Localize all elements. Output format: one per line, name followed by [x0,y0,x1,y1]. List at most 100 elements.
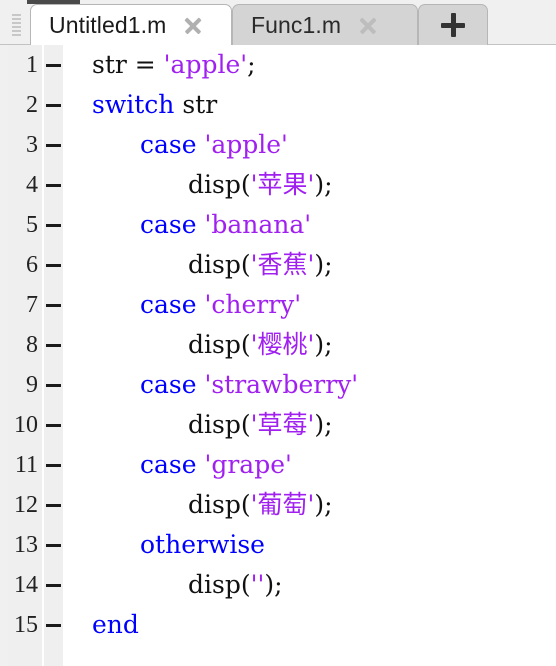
breakpoint-marker[interactable] [46,224,61,227]
code-line[interactable]: 7 case 'cherry' [0,285,556,325]
breakpoint-marker[interactable] [46,344,61,347]
code-keyword: case [140,290,197,319]
code-string: 'cherry' [204,290,302,319]
breakpoint-marker[interactable] [46,504,61,507]
code-string: '苹果' [250,170,315,199]
code-text: disp('葡萄'); [188,485,333,525]
tab-label: Func1.m [251,11,342,38]
code-text: case 'strawberry' [140,365,358,405]
code-line[interactable]: 14 disp(''); [0,565,556,605]
code-line[interactable]: 4 disp('苹果'); [0,165,556,205]
code-string: 'apple' [204,130,288,159]
code-keyword: switch [92,90,175,119]
breakpoint-marker[interactable] [46,184,61,187]
line-number: 11 [14,452,38,478]
code-text: disp('苹果'); [188,165,333,205]
code-string: 'strawberry' [204,370,359,399]
code-plain: disp( [188,410,251,439]
close-icon[interactable] [180,12,206,38]
breakpoint-marker[interactable] [46,64,61,67]
breakpoint-marker[interactable] [46,264,61,267]
code-line[interactable]: 12 disp('葡萄'); [0,485,556,525]
code-string: 'apple' [163,50,248,79]
code-text: case 'cherry' [140,285,301,325]
code-keyword: case [140,450,197,479]
code-string: '草莓' [250,410,315,439]
code-keyword: case [140,370,197,399]
code-line[interactable]: 6 disp('香蕉'); [0,245,556,285]
line-number: 4 [26,172,38,198]
code-text: case 'apple' [140,125,288,165]
code-editor-area[interactable]: 1 str = 'apple'; 2 switch str 3 case 'apple' 4… [0,45,556,666]
breakpoint-marker[interactable] [46,144,61,147]
new-tab-button[interactable] [418,4,488,45]
code-plain: disp( [188,490,251,519]
code-plain: disp( [188,330,251,359]
code-plain: ; [247,50,256,79]
code-text: otherwise [140,525,265,565]
code-line[interactable]: 15 end [0,605,556,645]
code-line[interactable]: 10 disp('草莓'); [0,405,556,445]
code-string: '葡萄' [250,490,315,519]
tab-untitled1-m[interactable]: Untitled1.m [30,4,232,45]
breakpoint-marker[interactable] [46,624,61,627]
code-line[interactable]: 1 str = 'apple'; [0,45,556,85]
panel-drag-grip-icon[interactable] [12,14,21,36]
code-line[interactable]: 3 case 'apple' [0,125,556,165]
code-plain: ); [314,410,333,439]
code-text: case 'banana' [140,205,311,245]
breakpoint-marker[interactable] [46,464,61,467]
code-line[interactable]: 9 case 'strawberry' [0,365,556,405]
line-number: 2 [26,92,38,118]
code-plain: disp( [188,250,251,279]
code-line[interactable]: 11 case 'grape' [0,445,556,485]
code-text: end [92,605,139,645]
breakpoint-marker[interactable] [46,544,61,547]
line-number: 3 [26,132,38,158]
code-text: disp('香蕉'); [188,245,333,285]
code-text: disp(''); [188,565,283,605]
code-plain: ); [314,490,333,519]
breakpoint-marker[interactable] [46,584,61,587]
code-plain: disp( [188,170,251,199]
code-plain: ); [314,250,333,279]
code-line[interactable]: 2 switch str [0,85,556,125]
tab-func1-m[interactable]: Func1.m [232,4,418,45]
matlab-editor-window: Untitled1.m Func1.m 1 str = 'apple'; 2 swit… [0,0,556,666]
code-keyword: end [92,610,139,639]
code-text: str = 'apple'; [92,45,256,85]
line-number: 6 [26,252,38,278]
line-number: 13 [14,532,38,558]
code-plain: ); [264,570,283,599]
code-string: '香蕉' [250,250,315,279]
code-plain: disp( [188,570,251,599]
line-number: 8 [26,332,38,358]
line-number: 14 [14,572,38,598]
line-number: 15 [14,612,38,638]
code-keyword: case [140,210,197,239]
code-string: 'banana' [204,210,312,239]
code-text: disp('樱桃'); [188,325,333,365]
editor-tab-bar: Untitled1.m Func1.m [0,0,556,45]
tab-label: Untitled1.m [49,11,167,38]
code-plain: str = [92,50,164,79]
line-number: 12 [14,492,38,518]
code-text: case 'grape' [140,445,292,485]
code-lines[interactable]: 1 str = 'apple'; 2 switch str 3 case 'apple' 4… [0,45,556,666]
line-number: 1 [26,52,38,78]
code-line[interactable]: 5 case 'banana' [0,205,556,245]
breakpoint-marker[interactable] [46,304,61,307]
code-text: disp('草莓'); [188,405,333,445]
line-number: 5 [26,212,38,238]
code-line[interactable]: 13 otherwise [0,525,556,565]
code-line[interactable]: 8 disp('樱桃'); [0,325,556,365]
breakpoint-marker[interactable] [46,384,61,387]
line-number: 10 [14,412,38,438]
close-icon[interactable] [355,12,381,38]
code-plain: ); [314,330,333,359]
code-plain: str [174,90,218,119]
breakpoint-marker[interactable] [46,104,61,107]
code-keyword: otherwise [140,530,265,559]
line-number: 7 [26,292,38,318]
breakpoint-marker[interactable] [46,424,61,427]
